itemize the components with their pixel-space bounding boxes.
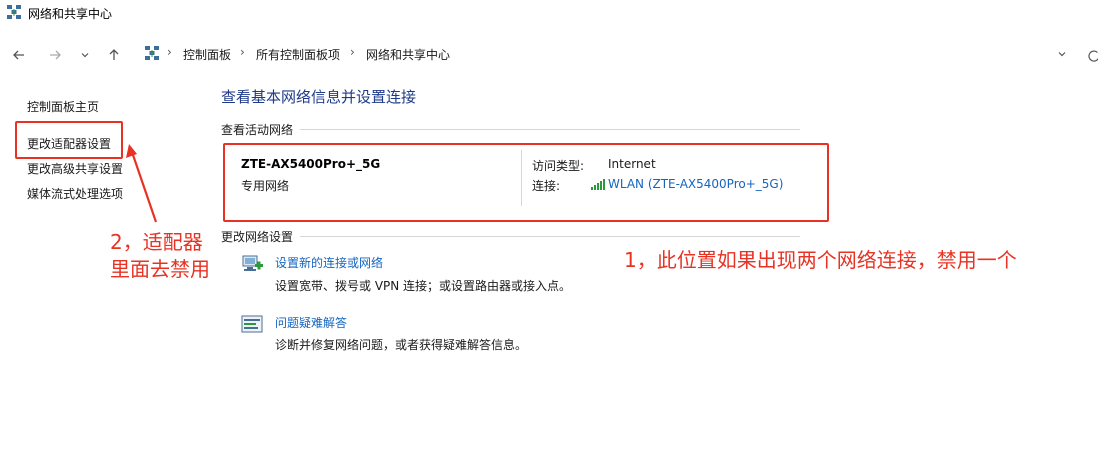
troubleshoot-desc: 诊断并修复网络问题，或者获得疑难解答信息。 [275, 338, 528, 352]
annotation-text-2-line2: 里面去禁用 [110, 257, 210, 281]
arrow-left-icon [13, 50, 24, 60]
breadcrumb-item[interactable]: 所有控制面板项 [256, 46, 340, 63]
recent-locations-button[interactable] [74, 44, 96, 66]
active-networks-label: 查看活动网络 [221, 123, 294, 137]
address-dropdown-button[interactable] [1052, 44, 1072, 64]
divider [300, 129, 800, 130]
arrow-right-icon [50, 50, 61, 60]
sidebar-item-advanced-sharing[interactable]: 更改高级共享设置 [27, 160, 123, 177]
refresh-icon [1088, 50, 1098, 62]
annotation-box-adapter [15, 121, 123, 159]
chevron-down-icon [1058, 52, 1066, 57]
divider [300, 236, 800, 237]
chevron-right-icon: › [240, 45, 245, 59]
troubleshoot-icon [241, 315, 263, 333]
page-title: 查看基本网络信息并设置连接 [221, 88, 417, 106]
title-bar: 网络和共享中心 [0, 0, 1098, 28]
network-center-icon [145, 46, 159, 60]
forward-button[interactable] [44, 44, 66, 66]
annotation-box-network [223, 143, 829, 222]
breadcrumb-item[interactable]: 控制面板 [183, 46, 231, 63]
arrow-up-icon [109, 49, 119, 60]
refresh-button[interactable] [1086, 44, 1098, 64]
back-button[interactable] [8, 44, 30, 66]
troubleshoot-link[interactable]: 问题疑难解答 [275, 314, 347, 331]
breadcrumb-item[interactable]: 网络和共享中心 [366, 46, 450, 63]
sidebar-item-media-streaming[interactable]: 媒体流式处理选项 [27, 185, 123, 202]
setup-new-connection-link[interactable]: 设置新的连接或网络 [275, 254, 383, 271]
up-button[interactable] [103, 44, 125, 66]
window-title: 网络和共享中心 [28, 7, 113, 21]
annotation-arrow [126, 144, 158, 223]
new-connection-icon [242, 255, 263, 271]
setup-new-connection-desc: 设置宽带、拨号或 VPN 连接；或设置路由器或接入点。 [275, 279, 572, 293]
network-center-icon [7, 5, 21, 19]
annotation-text-1: 1，此位置如果出现两个网络连接，禁用一个 [624, 248, 1017, 272]
sidebar-item-control-panel-home[interactable]: 控制面板主页 [27, 98, 99, 115]
annotation-text-2-line1: 2，适配器 [110, 230, 203, 254]
chevron-down-icon [81, 53, 89, 58]
change-settings-label: 更改网络设置 [221, 230, 294, 244]
chevron-right-icon: › [350, 45, 355, 59]
chevron-right-icon: › [167, 45, 172, 59]
